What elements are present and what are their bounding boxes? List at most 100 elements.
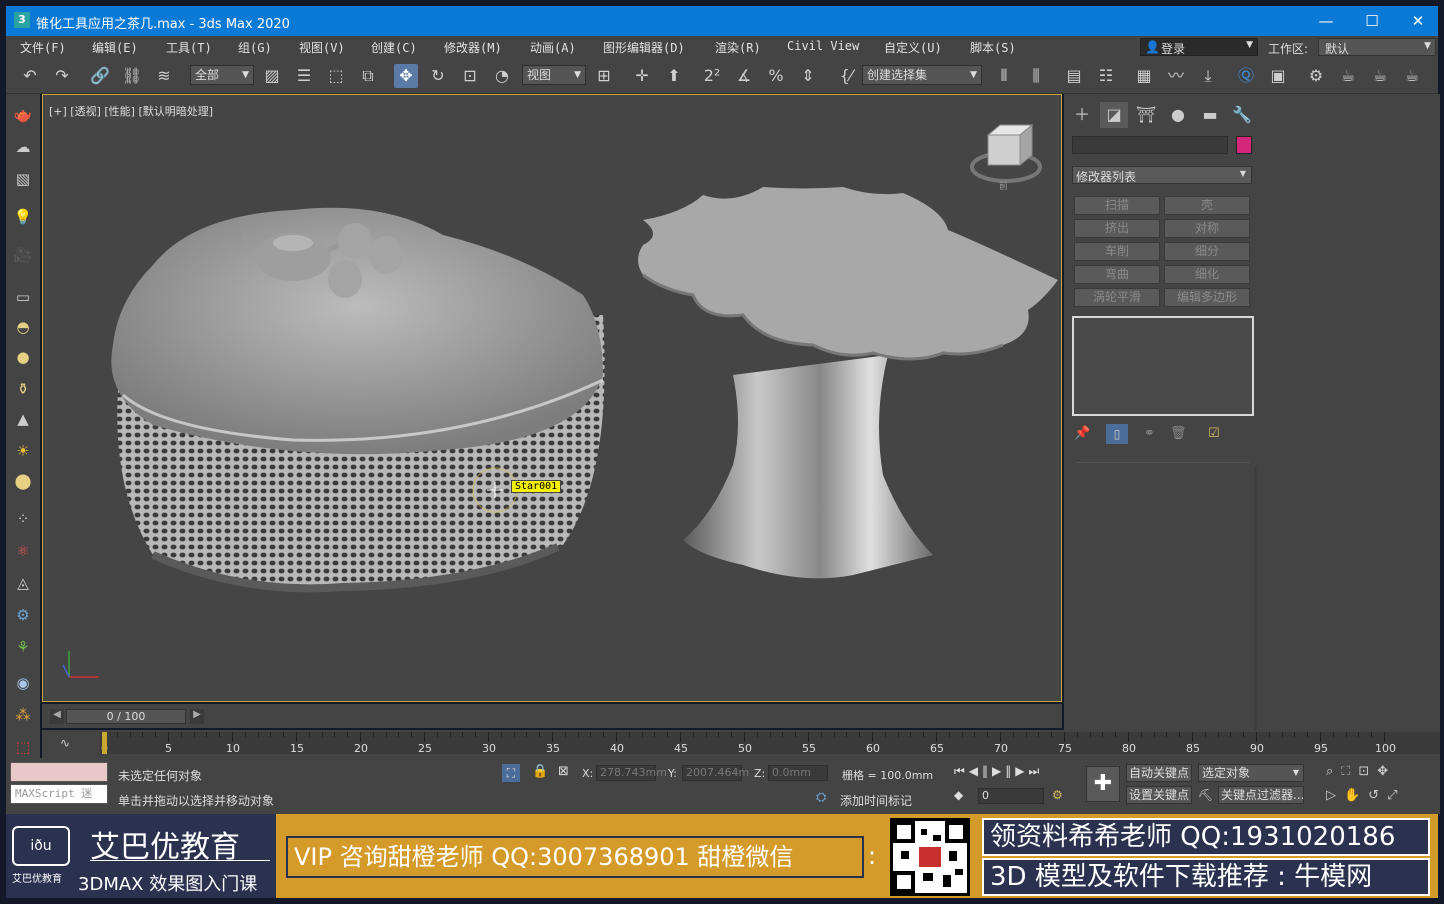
motion-tab-icon[interactable]: ● <box>1164 102 1192 128</box>
select-by-name-icon[interactable]: ☰ <box>292 64 316 88</box>
particles-icon[interactable]: ⁘ <box>10 506 36 532</box>
modify-tab-icon[interactable]: ◪ <box>1100 102 1128 128</box>
render-production-icon[interactable]: ☕ <box>1336 64 1360 88</box>
select-scale-icon[interactable]: ⊡ <box>458 64 482 88</box>
plant-icon[interactable]: ⚘ <box>10 634 36 660</box>
key-filter-button[interactable]: 关键点过滤器... <box>1218 786 1304 804</box>
toggle-ribbon-icon[interactable]: ☷ <box>1094 64 1118 88</box>
viewport-nav-top[interactable]: ⌕⛶⊡✥ <box>1326 764 1396 779</box>
next-frame-arrow-icon[interactable]: ▶ <box>190 709 204 724</box>
pivot-center-icon[interactable]: ⊞ <box>592 64 616 88</box>
edit-named-selection-icon[interactable]: {⁄ <box>834 64 858 88</box>
object-color-swatch[interactable] <box>1236 136 1252 154</box>
time-slider[interactable]: 0 / 100 <box>66 709 186 724</box>
modifier-button-extrude[interactable]: 挤出 <box>1074 219 1160 238</box>
prism-icon[interactable]: ◬ <box>10 570 36 596</box>
curve-editor-mini-icon[interactable]: ∿ <box>60 736 70 750</box>
playback-controls[interactable]: ⏮◀‖▶‖▶⏭ <box>954 764 1043 779</box>
render-region-icon[interactable]: ⬚ <box>10 734 36 760</box>
menu-graph-editors[interactable]: 图形编辑器(D) <box>603 39 685 56</box>
selected-object-dropdown[interactable]: 选定对象 ▼ <box>1198 764 1304 782</box>
pin-stack-icon[interactable]: 📌 <box>1074 426 1090 441</box>
make-unique-icon[interactable]: ⚭ <box>1144 426 1155 441</box>
basket-icon[interactable]: ⚱ <box>10 376 36 402</box>
render-iterative-icon[interactable]: ☕ <box>1368 64 1392 88</box>
maximize-button[interactable]: ☐ <box>1352 9 1392 33</box>
hierarchy-tab-icon[interactable]: ⛩ <box>1132 102 1160 128</box>
modifier-button-shell[interactable]: 壳 <box>1164 196 1250 215</box>
remove-modifier-icon[interactable]: 🗑 <box>1170 426 1187 441</box>
color-dots-icon[interactable]: ⁂ <box>10 702 36 728</box>
menu-create[interactable]: 创建(C) <box>371 39 417 56</box>
login-dropdown[interactable]: 👤 登录 ▼ <box>1140 38 1258 56</box>
sphere-icon[interactable]: ● <box>10 344 36 370</box>
material-editor-icon[interactable]: ⤓ <box>1196 64 1220 88</box>
minimize-button[interactable]: — <box>1306 9 1346 33</box>
redo-icon[interactable]: ↷ <box>50 64 74 88</box>
cone-icon[interactable]: ▲ <box>10 406 36 432</box>
track-bar[interactable]: ∿ 05101520253035404550556065707580859095… <box>42 730 1440 758</box>
menu-animation[interactable]: 动画(A) <box>530 39 576 56</box>
x-coordinate-field[interactable]: 278.743mm <box>596 765 667 781</box>
modifier-button-sweep[interactable]: 扫描 <box>1074 196 1160 215</box>
selection-lock-icon[interactable]: 🔒 <box>532 764 548 779</box>
current-frame-marker[interactable] <box>102 732 107 754</box>
cloud-icon[interactable]: ☁ <box>10 134 36 160</box>
layer-explorer-icon[interactable]: ▤ <box>1062 64 1086 88</box>
curve-editor-icon[interactable]: ▦ <box>1132 64 1156 88</box>
current-frame-input[interactable]: 0 <box>978 788 1044 804</box>
schematic-view-icon[interactable]: 〰 <box>1164 64 1188 88</box>
key-filter-icon[interactable]: ⛏ <box>1198 788 1213 802</box>
select-rotate-icon[interactable]: ↻ <box>426 64 450 88</box>
menu-rendering[interactable]: 渲染(R) <box>715 39 761 56</box>
menu-file[interactable]: 文件(F) <box>20 39 66 56</box>
select-place-icon[interactable]: ◔ <box>490 64 514 88</box>
display-tab-icon[interactable]: ▬ <box>1196 102 1224 128</box>
qr-icon[interactable]: Ⓠ <box>1234 64 1258 88</box>
ref-coord-dropdown[interactable]: 视图 ▼ <box>522 65 586 85</box>
menu-edit[interactable]: 编辑(E) <box>92 39 138 56</box>
unlink-icon[interactable]: ⛓ <box>120 64 144 88</box>
time-config-icon[interactable]: ⚙ <box>1052 788 1063 802</box>
mirror-icon[interactable]: ⫴ <box>992 64 1016 88</box>
snap-toggle-icon[interactable]: 2² <box>700 64 724 88</box>
maxscript-listener-pink[interactable] <box>10 762 108 782</box>
hemisphere-icon[interactable]: ◓ <box>10 314 36 340</box>
z-coordinate-field[interactable]: 0.0mm <box>768 765 828 781</box>
auto-key-button[interactable]: 自动关键点 <box>1126 764 1192 782</box>
modifier-list-dropdown[interactable]: 修改器列表 ▼ <box>1072 166 1252 184</box>
modifier-button-bend[interactable]: 弯曲 <box>1074 265 1160 284</box>
image-icon[interactable]: ▧ <box>10 166 36 192</box>
align-icon[interactable]: ⫼ <box>1024 64 1048 88</box>
maxscript-input[interactable]: MAXScript 迷 <box>10 784 108 804</box>
menu-modifiers[interactable]: 修改器(M) <box>444 39 502 56</box>
time-tag-icon[interactable]: ⛭ <box>816 790 826 805</box>
rect-selection-icon[interactable]: ⬚ <box>324 64 348 88</box>
keyboard-shortcut-icon[interactable]: ⬆ <box>662 64 686 88</box>
render-cloud-icon[interactable]: ☕ <box>1400 64 1424 88</box>
add-time-tag-label[interactable]: 添加时间标记 <box>840 792 912 809</box>
molecule-icon[interactable]: ⚛ <box>10 538 36 564</box>
angle-snap-icon[interactable]: ∡ <box>732 64 756 88</box>
selection-filter-dropdown[interactable]: 全部 ▼ <box>190 65 254 85</box>
close-button[interactable]: ✕ <box>1398 9 1438 33</box>
globe-icon[interactable]: ◉ <box>10 670 36 696</box>
menu-tools[interactable]: 工具(T) <box>166 39 212 56</box>
app-icon[interactable]: 3 <box>14 12 30 28</box>
rendered-frame-icon[interactable]: ⚙ <box>1304 64 1328 88</box>
modifier-button-tessellate[interactable]: 细化 <box>1164 265 1250 284</box>
absolute-mode-icon[interactable]: ⊠ <box>558 764 569 779</box>
modifier-button-edit-poly[interactable]: 编辑多边形 <box>1164 288 1250 307</box>
utilities-tab-icon[interactable]: 🔧 <box>1228 102 1256 128</box>
named-selection-dropdown[interactable]: 创建选择集 ▼ <box>862 65 982 85</box>
select-move-icon[interactable]: ✥ <box>394 64 418 88</box>
select-object-icon[interactable]: ▨ <box>260 64 284 88</box>
workspace-dropdown[interactable]: 默认 ▼ <box>1318 38 1436 56</box>
modifier-button-symmetry[interactable]: 对称 <box>1164 219 1250 238</box>
object-name-input[interactable] <box>1072 136 1228 154</box>
menu-views[interactable]: 视图(V) <box>299 39 345 56</box>
modifier-button-lathe[interactable]: 车削 <box>1074 242 1160 261</box>
bind-spacewarp-icon[interactable]: ≋ <box>152 64 176 88</box>
teapot-icon[interactable]: 🫖 <box>10 102 36 128</box>
disc-icon[interactable]: ⬤ <box>10 468 36 494</box>
